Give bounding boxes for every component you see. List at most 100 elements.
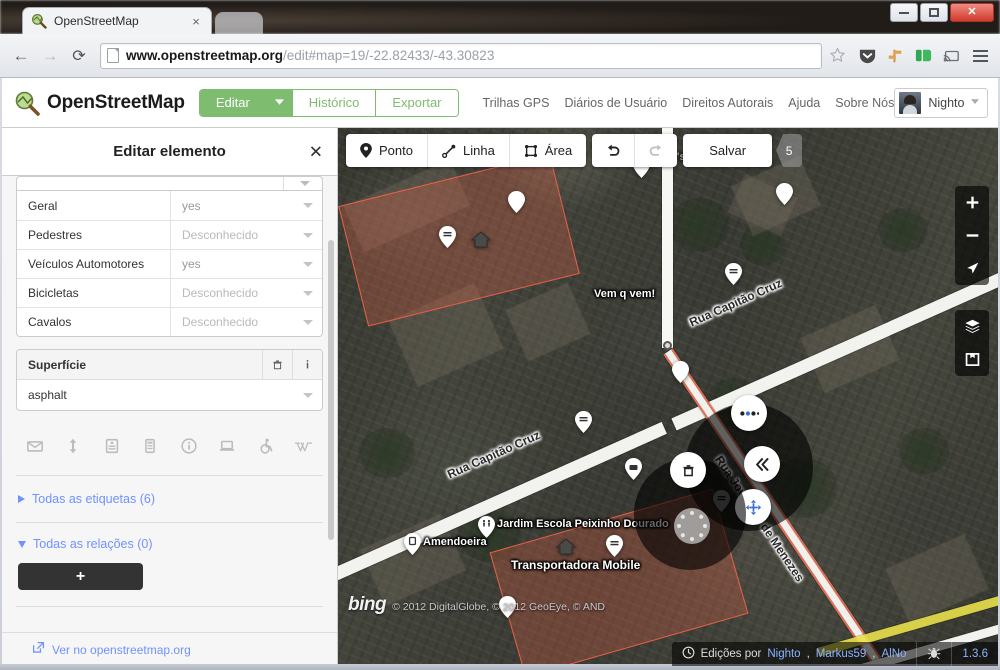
add-relation-button[interactable]: + (18, 563, 143, 590)
chevron-down-icon[interactable] (303, 319, 313, 325)
editor-link-markus59[interactable]: Markus59 (816, 648, 867, 660)
redo-button[interactable] (635, 134, 677, 167)
undo-button[interactable] (592, 134, 636, 167)
nav-link-gps-traces[interactable]: Trilhas GPS (483, 96, 550, 110)
table-row[interactable]: Pedestres Desconhecido (17, 220, 322, 249)
updown-arrows-icon[interactable] (62, 435, 84, 457)
table-row[interactable]: Veículos Automotores yes (17, 249, 322, 278)
map-pin[interactable] (606, 535, 623, 557)
chevron-down-icon[interactable] (303, 203, 313, 208)
map-data-button[interactable] (955, 343, 989, 376)
view-on-osm-link[interactable]: Ver no openstreetmap.org (52, 643, 191, 657)
way-vertex[interactable] (663, 341, 672, 350)
browser-tab[interactable]: OpenStreetMap × (22, 7, 212, 34)
background-layers-button[interactable] (955, 310, 989, 343)
editor-link-alno[interactable]: AlNo (881, 648, 906, 660)
envelope-icon[interactable] (24, 435, 46, 457)
back-button[interactable]: ← (8, 43, 34, 69)
nav-link-user-diaries[interactable]: Diários de Usuário (564, 96, 667, 110)
maximize-button[interactable] (920, 3, 948, 22)
clipped-field-row[interactable] (16, 176, 323, 190)
trash-icon[interactable] (262, 350, 292, 380)
sidebar-scroll-body[interactable]: Geral yes Pedestres Desconhecido Veículo… (2, 176, 337, 632)
wikipedia-icon[interactable] (293, 435, 315, 457)
chevron-down-icon[interactable] (303, 290, 313, 296)
table-row[interactable]: Cavalos Desconhecido (17, 307, 322, 336)
nav-link-about[interactable]: Sobre Nós (835, 96, 894, 110)
browser-window: OpenStreetMap × ✕ ← → ⟳ www.openstreetma… (0, 0, 1000, 670)
chrome-menu-icon[interactable] (968, 44, 992, 68)
edit-dropdown-caret-icon[interactable] (266, 89, 293, 116)
avatar (899, 91, 922, 114)
zoom-out-button[interactable] (955, 219, 989, 252)
evernote-icon[interactable] (912, 45, 934, 67)
redo-icon (649, 144, 662, 156)
table-row[interactable]: Bicicletas Desconhecido (17, 278, 322, 307)
fax-icon[interactable] (139, 435, 161, 457)
field-value[interactable]: Desconhecido (171, 221, 322, 249)
report-bug-button[interactable] (917, 642, 953, 666)
tag-editor-block: Superfície asphalt (16, 349, 323, 411)
bookmark-star-icon[interactable] (826, 45, 848, 67)
map-pin-vem-q-vem[interactable] (575, 411, 592, 433)
pocket-icon[interactable] (856, 45, 878, 67)
laptop-icon[interactable] (216, 435, 238, 457)
address-bar[interactable]: www.openstreetmap.org/edit#map=19/-22.82… (100, 42, 822, 69)
imagery-attribution: bing © 2012 DigitalGlobe, © 2012 GeoEye,… (348, 594, 605, 616)
reload-button[interactable]: ⟳ (66, 43, 92, 69)
field-value[interactable]: yes (171, 191, 322, 220)
editor-link-nighto[interactable]: Nighto (767, 648, 800, 660)
disconnect-button[interactable] (744, 446, 780, 482)
zoom-in-button[interactable] (955, 186, 989, 219)
map-pin-amendoeira[interactable] (404, 533, 421, 555)
field-add-icons (16, 435, 323, 476)
signpost-icon[interactable] (884, 45, 906, 67)
save-button[interactable]: Salvar (683, 134, 773, 167)
info-icon[interactable] (292, 350, 322, 380)
history-button[interactable]: Histórico (292, 89, 377, 116)
field-value[interactable]: yes (171, 250, 322, 278)
geolocate-button[interactable] (955, 252, 989, 285)
new-tab-button[interactable] (215, 12, 263, 34)
map-pin-restaurant[interactable] (439, 226, 456, 248)
close-button[interactable]: ✕ (950, 3, 994, 22)
map-pin[interactable] (508, 191, 525, 213)
map-pin[interactable] (776, 183, 793, 205)
chevron-down-icon[interactable] (303, 261, 313, 267)
wheelchair-icon[interactable] (255, 435, 277, 457)
map-pin-jardim-escola[interactable] (478, 516, 495, 538)
user-menu[interactable]: Nighto (894, 87, 989, 118)
delete-button[interactable] (670, 452, 706, 488)
chevron-down-icon[interactable] (303, 232, 313, 238)
field-value[interactable]: Desconhecido (171, 308, 322, 336)
draw-line-button[interactable]: Linha (428, 134, 510, 167)
all-tags-disclosure[interactable]: Todas as etiquetas (6) (16, 476, 323, 523)
info-circle-icon[interactable] (178, 435, 200, 457)
point-pin-icon (360, 143, 372, 158)
cast-icon[interactable] (940, 45, 962, 67)
nav-link-help[interactable]: Ajuda (788, 96, 820, 110)
field-value[interactable]: Desconhecido (171, 279, 322, 307)
map-pin[interactable] (725, 263, 742, 285)
map-pin[interactable] (625, 458, 642, 480)
map-canvas[interactable]: Rua Capitão Cruz Rua Capitão Cruz Rua Jo… (338, 128, 998, 666)
draw-area-button[interactable]: Área (510, 134, 586, 167)
chevron-down-icon[interactable] (303, 392, 313, 398)
tab-close-icon[interactable]: × (189, 14, 203, 29)
map-pin[interactable] (672, 361, 689, 383)
close-icon[interactable]: ✕ (309, 143, 323, 160)
table-row[interactable]: Geral yes (17, 191, 322, 220)
osm-primary-buttons: Editar Histórico Exportar (198, 88, 459, 117)
all-relations-disclosure[interactable]: Todas as relações (0) (18, 537, 321, 551)
export-button[interactable]: Exportar (376, 89, 458, 116)
minimize-button[interactable] (890, 3, 918, 22)
tag-value-row[interactable]: asphalt (17, 380, 322, 410)
edit-button[interactable]: Editar (199, 89, 267, 116)
continue-line-button[interactable] (731, 395, 767, 431)
sidebar-scrollbar[interactable] (328, 240, 334, 540)
note-icon[interactable] (101, 435, 123, 457)
draw-point-button[interactable]: Ponto (346, 134, 428, 167)
forward-button[interactable]: → (37, 43, 63, 69)
nav-link-copyright[interactable]: Direitos Autorais (682, 96, 773, 110)
osm-logo[interactable]: OpenStreetMap (14, 90, 185, 116)
